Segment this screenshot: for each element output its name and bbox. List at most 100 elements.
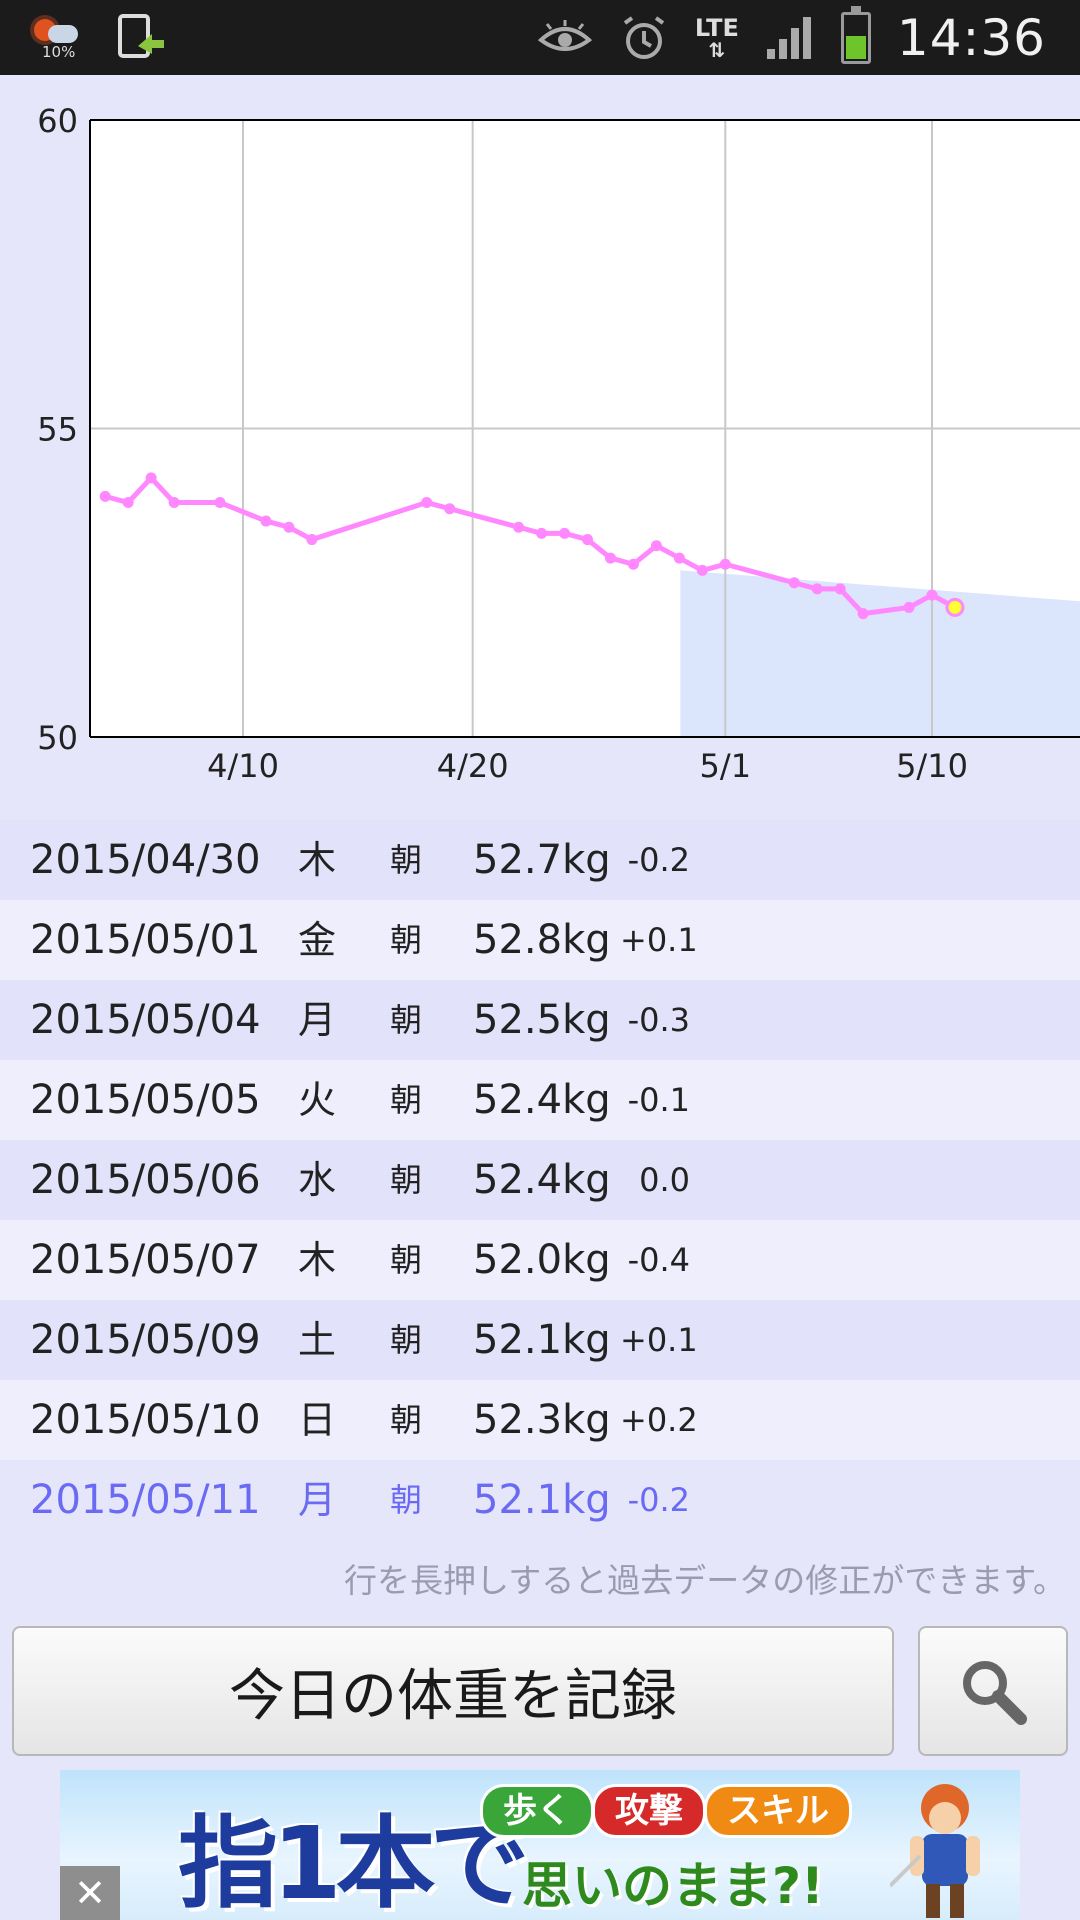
lte-icon: LTE ⇅ <box>694 13 739 62</box>
record-weight: 52.3kg <box>473 1397 611 1443</box>
data-point <box>536 527 548 539</box>
record-diff: -0.4 <box>627 1241 690 1279</box>
weight-chart-svg: 60 55 50 4/10 4/20 5/1 5/10 <box>37 102 1080 785</box>
record-date: 2015/05/11 <box>30 1477 261 1523</box>
record-weight: 52.4kg <box>473 1157 611 1203</box>
data-point <box>582 534 593 546</box>
record-diff: 0.0 <box>639 1161 690 1199</box>
record-date: 2015/05/07 <box>30 1237 261 1283</box>
data-point <box>719 558 731 570</box>
data-point <box>260 515 272 527</box>
record-weekday: 水 <box>298 1158 337 1202</box>
record-weight: 52.4kg <box>473 1077 611 1123</box>
record-row[interactable]: 2015/04/30 木 朝 52.7kg -0.2 <box>0 820 1080 900</box>
download-icon <box>116 12 168 64</box>
record-row[interactable]: 2015/05/05 火 朝 52.4kg -0.1 <box>0 1060 1080 1140</box>
x-tick-label: 4/20 <box>437 747 509 785</box>
record-weekday: 金 <box>298 918 337 962</box>
data-point <box>168 497 180 509</box>
record-diff: -0.3 <box>627 1001 690 1039</box>
eye-icon <box>537 18 593 58</box>
edit-hint: 行を長押しすると過去データの修正ができます。 <box>343 1561 1066 1600</box>
record-date: 2015/05/10 <box>30 1397 261 1443</box>
battery-icon <box>840 5 871 64</box>
record-time-of-day: 朝 <box>390 1321 423 1359</box>
data-point <box>283 521 295 533</box>
record-weight: 52.8kg <box>473 917 611 963</box>
search-button[interactable] <box>918 1626 1068 1756</box>
data-point <box>122 497 134 509</box>
search-icon <box>963 1661 1027 1725</box>
ad-tagline: 思いのまま?! <box>522 1857 824 1915</box>
data-point <box>214 497 226 509</box>
y-tick-label: 60 <box>37 102 78 140</box>
ad-close-button[interactable]: ✕ <box>60 1866 120 1920</box>
record-diff: -0.2 <box>627 841 690 879</box>
record-row[interactable]: 2015/05/10 日 朝 52.3kg +0.2 <box>0 1380 1080 1460</box>
record-weekday: 月 <box>298 1478 337 1522</box>
ad-tag-attack: 攻撃 <box>592 1784 706 1838</box>
record-weight: 52.0kg <box>473 1237 611 1283</box>
data-point <box>559 527 571 539</box>
record-row[interactable]: 2015/05/06 水 朝 52.4kg 0.0 <box>0 1140 1080 1220</box>
x-tick-label: 4/10 <box>207 747 279 785</box>
data-point <box>926 589 938 601</box>
weather-icon: 10% <box>30 13 86 63</box>
x-tick-label: 5/1 <box>700 747 752 785</box>
record-diff: -0.2 <box>627 1481 690 1519</box>
ad-tag-walk: 歩く <box>480 1784 594 1838</box>
ad-tag-skill: スキル <box>704 1784 852 1838</box>
record-time-of-day: 朝 <box>390 1481 423 1519</box>
data-point <box>650 540 662 552</box>
record-time-of-day: 朝 <box>390 1401 423 1439</box>
clock: 14:36 <box>896 8 1046 67</box>
data-point <box>673 552 685 564</box>
record-row[interactable]: 2015/05/04 月 朝 52.5kg -0.3 <box>0 980 1080 1060</box>
record-date: 2015/05/01 <box>30 917 261 963</box>
record-row[interactable]: 2015/05/07 木 朝 52.0kg -0.4 <box>0 1220 1080 1300</box>
record-date: 2015/05/04 <box>30 997 261 1043</box>
latest-point <box>945 597 965 617</box>
record-date: 2015/04/30 <box>30 837 261 883</box>
y-tick-label: 50 <box>37 719 78 757</box>
record-weekday: 土 <box>298 1318 337 1362</box>
weather-percent: 10% <box>42 42 76 61</box>
ad-banner[interactable]: 指1本で 歩く 攻撃 スキル 思いのまま?! <box>60 1770 1020 1920</box>
alarm-icon <box>619 13 669 63</box>
record-row[interactable]: 2015/05/01 金 朝 52.8kg +0.1 <box>0 900 1080 980</box>
data-point <box>903 601 915 613</box>
record-diff: +0.2 <box>620 1401 698 1439</box>
x-tick-label: 5/10 <box>896 747 968 785</box>
record-weight: 52.7kg <box>473 837 611 883</box>
record-time-of-day: 朝 <box>390 841 423 879</box>
network-label: LTE <box>694 13 739 42</box>
weight-chart[interactable]: 60 55 50 4/10 4/20 5/1 5/10 <box>0 75 1080 810</box>
record-date: 2015/05/06 <box>30 1157 261 1203</box>
data-point <box>857 608 869 620</box>
data-point <box>99 490 111 502</box>
record-row[interactable]: 2015/05/09 土 朝 52.1kg +0.1 <box>0 1300 1080 1380</box>
data-point <box>696 564 708 576</box>
ad-headline: 指1本で <box>178 1805 530 1920</box>
data-point <box>421 497 433 509</box>
record-weekday: 木 <box>298 1238 337 1282</box>
record-weekday: 木 <box>298 838 337 882</box>
record-diff: -0.1 <box>627 1081 690 1119</box>
record-time-of-day: 朝 <box>390 1081 423 1119</box>
signal-icon <box>765 15 815 61</box>
record-diff: +0.1 <box>620 921 698 959</box>
data-point <box>513 521 525 533</box>
record-date: 2015/05/09 <box>30 1317 261 1363</box>
record-weight: 52.5kg <box>473 997 611 1043</box>
records-list[interactable]: 2015/04/30 木朝 52.7kg -0.2 2015/05/01 金朝 52.8kg… <box>0 820 1080 1540</box>
record-date: 2015/05/05 <box>30 1077 261 1123</box>
status-bar: 10% LTE ⇅ 14:36 <box>0 0 1080 75</box>
record-weekday: 日 <box>298 1398 337 1442</box>
record-today-button[interactable]: 今日の体重を記録 <box>12 1626 894 1756</box>
record-time-of-day: 朝 <box>390 1161 423 1199</box>
record-weight: 52.1kg <box>473 1317 611 1363</box>
data-point <box>444 503 456 515</box>
data-point <box>604 552 616 564</box>
record-weekday: 月 <box>298 998 337 1042</box>
record-row[interactable]: 2015/05/11 月 朝 52.1kg -0.2 <box>0 1460 1080 1540</box>
